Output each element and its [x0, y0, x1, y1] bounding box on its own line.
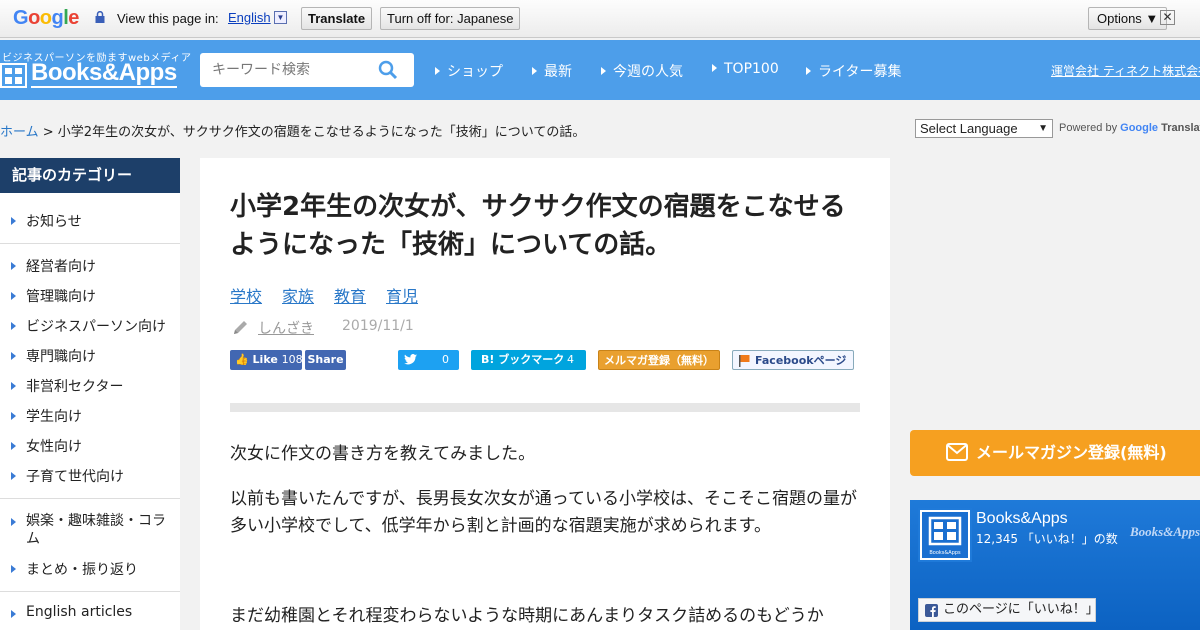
- facebook-page-like-button[interactable]: このページに「いいね！」: [918, 598, 1099, 622]
- company-link[interactable]: 運営会社 ティネクト株式会社: [1051, 62, 1200, 79]
- chevron-down-icon: ▼: [1038, 123, 1048, 134]
- facebook-like-button[interactable]: 👍 Like 108: [230, 350, 303, 370]
- facebook-like-count: 12,345 「いいね！」の数: [976, 532, 1118, 546]
- category-item[interactable]: 子育て世代向け: [0, 466, 180, 486]
- category-item[interactable]: 女性向け: [0, 436, 180, 456]
- article-paragraph: まだ幼稚園とそれ程変わらないような時期にあんまりタスク詰めるのもどうか: [230, 606, 824, 626]
- tag-link[interactable]: 学校: [230, 283, 262, 307]
- article-paragraph: 以前も書いたんですが、長男長女次女が通っている小学校は、そこそこ宿題の量が多い小…: [230, 489, 857, 536]
- tag-link[interactable]: 教育: [334, 283, 366, 307]
- breadcrumb: ホーム > 小学2年生の次女が、サクサク作文の宿題をこなせるようになった「技術」…: [0, 121, 585, 140]
- tweet-count: 0: [442, 353, 449, 366]
- article-title: 小学2年生の次女が、サクサク作文の宿題をこなせるようになった「技術」についての話…: [230, 192, 846, 260]
- google-logo: Google: [13, 7, 79, 29]
- search-icon[interactable]: [378, 60, 398, 80]
- facebook-icon: [925, 604, 938, 617]
- category-heading: 記事のカテゴリー: [0, 158, 180, 193]
- cover-watermark: Books&Apps: [1130, 524, 1200, 539]
- lock-icon: [95, 11, 105, 23]
- language-select[interactable]: English: [228, 10, 271, 25]
- breadcrumb-home[interactable]: ホーム: [0, 125, 39, 140]
- facebook-page-button[interactable]: Facebookページ: [732, 350, 854, 370]
- divider: [0, 591, 180, 592]
- category-item[interactable]: English articles: [0, 604, 180, 620]
- divider: [0, 498, 180, 499]
- category-item[interactable]: 非営利セクター: [0, 376, 180, 396]
- tag-link[interactable]: 育児: [386, 283, 418, 307]
- hatena-bookmark-button[interactable]: B! ブックマーク 4: [471, 350, 586, 370]
- article-paragraph: 次女に作文の書き方を教えてみました。: [230, 444, 536, 464]
- category-item[interactable]: 経営者向け: [0, 256, 180, 276]
- category-item[interactable]: まとめ・振り返り: [0, 559, 180, 579]
- newsletter-signup-button[interactable]: メールマガジン登録(無料): [910, 430, 1200, 476]
- select-language-label: Select Language: [920, 121, 1018, 136]
- category-item[interactable]: お知らせ: [0, 211, 180, 231]
- nav-writer-recruit[interactable]: ライター募集: [806, 61, 901, 81]
- category-item[interactable]: 娯楽・趣味雑談・コラム: [0, 512, 170, 548]
- category-item[interactable]: 管理職向け: [0, 286, 180, 306]
- site-logo[interactable]: Books&Apps: [31, 60, 177, 88]
- powered-by-google-translate: Powered by Google Translate: [1059, 122, 1200, 134]
- facebook-page-avatar[interactable]: Books&Apps: [918, 508, 972, 562]
- nav-weekly-popular[interactable]: 今週の人気: [601, 61, 683, 81]
- tweet-button[interactable]: 0: [398, 350, 459, 370]
- mailmag-button[interactable]: メルマガ登録（無料）: [598, 350, 720, 370]
- category-item[interactable]: 学生向け: [0, 406, 180, 426]
- translate-bar: Google View this page in: English ▼ Tran…: [0, 0, 1200, 38]
- tag-link[interactable]: 家族: [282, 283, 314, 307]
- chevron-down-icon[interactable]: ▼: [274, 11, 287, 24]
- breadcrumb-current: 小学2年生の次女が、サクサク作文の宿題をこなせるようになった「技術」についての話…: [57, 125, 586, 140]
- envelope-icon: [946, 443, 968, 461]
- view-page-text: View this page in:: [117, 11, 219, 26]
- books-apps-logo-icon[interactable]: [0, 63, 27, 88]
- pencil-icon: [234, 321, 247, 334]
- options-button[interactable]: Options ▼: [1088, 7, 1168, 30]
- breadcrumb-separator: >: [38, 125, 58, 140]
- author-link[interactable]: しんざき: [258, 318, 314, 338]
- select-language-dropdown[interactable]: Select Language ▼: [915, 119, 1053, 138]
- publish-date: 2019/11/1: [342, 318, 414, 334]
- search-box: [200, 53, 414, 87]
- category-item[interactable]: ビジネスパーソン向け: [0, 316, 180, 336]
- facebook-page-name[interactable]: Books&Apps: [976, 510, 1068, 528]
- nav-shop[interactable]: ショップ: [435, 61, 503, 81]
- hatena-count: 4: [567, 353, 574, 366]
- facebook-share-button[interactable]: Share: [305, 350, 346, 370]
- thumbs-up-icon: 👍: [235, 353, 249, 366]
- twitter-bird-icon: [404, 354, 417, 365]
- divider: [230, 403, 860, 412]
- nav-latest[interactable]: 最新: [532, 61, 572, 81]
- translate-button[interactable]: Translate: [301, 7, 373, 30]
- nav-top100[interactable]: TOP100: [712, 61, 779, 77]
- flag-icon: [739, 355, 750, 367]
- turn-off-button[interactable]: Turn off for: Japanese: [380, 7, 521, 30]
- category-item[interactable]: 専門職向け: [0, 346, 180, 366]
- search-input[interactable]: [212, 60, 372, 80]
- divider: [0, 243, 180, 244]
- close-icon[interactable]: ✕: [1160, 10, 1175, 25]
